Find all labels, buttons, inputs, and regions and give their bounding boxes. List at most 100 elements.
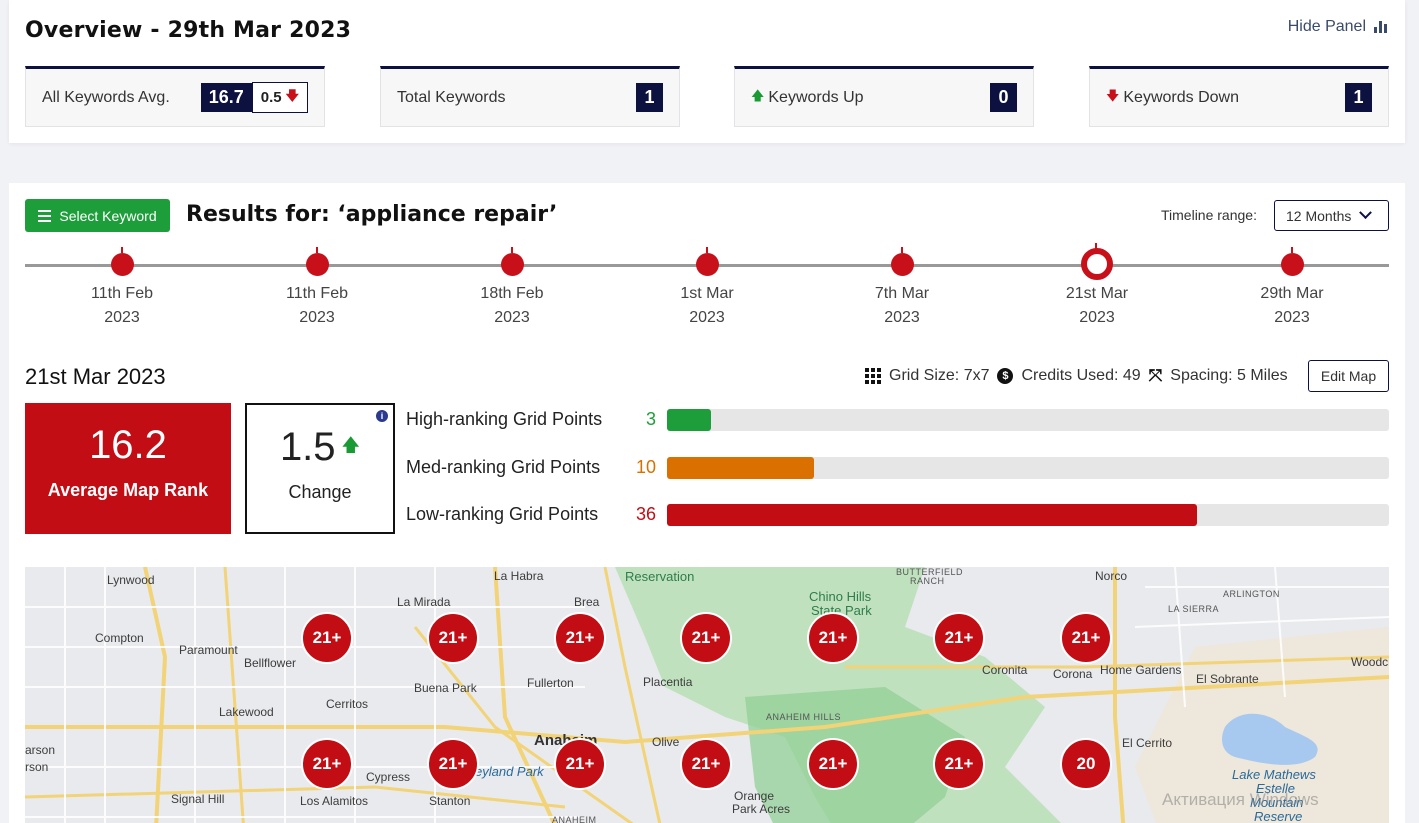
timeline-day: 21st Mar	[1065, 285, 1129, 302]
arrow-down-icon: 🡇	[285, 87, 299, 103]
timeline-point[interactable]: 7th Mar 2023	[842, 247, 962, 330]
keywords-down-value: 1	[1345, 83, 1372, 112]
map-label: LA SIERRA	[1168, 604, 1220, 614]
map-rank-pin[interactable]: 21+	[554, 738, 606, 790]
map-label: Brea	[574, 595, 600, 609]
map-rank-pin[interactable]: 21+	[807, 738, 859, 790]
map-label: El Cerrito	[1122, 736, 1173, 750]
map-label: La Habra	[494, 569, 544, 583]
map-rank-pin[interactable]: 21+	[680, 738, 732, 790]
expand-icon: ⤧	[1148, 366, 1163, 385]
credits-used-text: Credits Used: 49	[1021, 367, 1141, 384]
map-label: ANAHEIM HILLS	[766, 712, 842, 722]
grid-points-bar-fill	[667, 409, 712, 431]
timeline-point[interactable]: 18th Feb 2023	[452, 247, 572, 330]
map-label: Chino Hills	[809, 589, 872, 604]
results-title: Results for: ‘appliance repair’	[186, 202, 558, 227]
map-label: Corona	[1053, 667, 1093, 681]
grid-points-bar-fill	[667, 457, 815, 479]
info-icon[interactable]: i	[376, 410, 388, 422]
edit-map-button[interactable]: Edit Map	[1308, 360, 1389, 392]
grid-points-label: Med-ranking Grid Points	[406, 457, 601, 477]
map-label: Bellflower	[244, 656, 297, 670]
keywords-up-card: 🡅 Keywords Up 0	[734, 66, 1034, 127]
average-map-rank-label: Average Map Rank	[47, 480, 209, 500]
arrow-up-icon: 🡅	[751, 87, 765, 103]
timeline-point[interactable]: 29th Mar 2023	[1232, 247, 1352, 330]
timeline-point[interactable]: 1st Mar 2023	[647, 247, 767, 330]
average-map-rank-card: 16.2 Average Map Rank	[25, 403, 231, 534]
map-label: Lynwood	[107, 573, 155, 587]
map-rank-pin[interactable]: 21+	[427, 738, 479, 790]
change-card: i 1.5 🡅 Change	[245, 403, 395, 534]
timeline-range-value: 12 Months	[1286, 207, 1352, 224]
map-rank-pin[interactable]: 20	[1060, 738, 1112, 790]
change-label: Change	[288, 482, 352, 502]
map-rank-pin[interactable]: 21+	[554, 612, 606, 664]
timeline-range-select[interactable]: 12 Months	[1274, 200, 1389, 231]
grid-points-bar	[667, 409, 1389, 431]
grid-points-count: 3	[645, 409, 656, 429]
grid-points-bar	[667, 504, 1389, 526]
grid-info: Grid Size: 7x7 $ Credits Used: 49 ⤧ Spac…	[865, 366, 1288, 386]
map-label: Paramount	[179, 643, 238, 657]
timeline-year: 2023	[689, 309, 725, 326]
card-label: Keywords Down	[1123, 88, 1239, 106]
rank-grid-map[interactable]: Lynwood La Habra Reservation BUTTERFIELD…	[25, 567, 1389, 823]
timeline-marker-icon	[110, 247, 134, 276]
map-label: Cypress	[366, 770, 411, 784]
selected-date-heading: 21st Mar 2023	[25, 364, 166, 389]
map-rank-pin[interactable]: 21+	[807, 612, 859, 664]
map-rank-pin[interactable]: 21+	[301, 612, 353, 664]
map-label: arson	[25, 743, 56, 757]
map-rank-pin[interactable]: 21+	[301, 738, 353, 790]
timeline-point[interactable]: 11th Feb 2023	[257, 247, 377, 330]
grid-size-text: Grid Size: 7x7	[889, 367, 990, 384]
map-label: Park Acres	[732, 802, 791, 816]
arrow-up-icon: 🡅	[341, 434, 361, 455]
timeline-year: 2023	[299, 309, 335, 326]
map-label: Compton	[95, 631, 144, 645]
grid-points-row: Med-ranking Grid Points 10	[406, 457, 1389, 479]
map-label: Stanton	[429, 794, 471, 808]
chevron-down-icon	[1359, 206, 1373, 220]
grid-points-count: 10	[635, 457, 656, 477]
timeline-marker-icon	[305, 247, 329, 276]
map-rank-pin[interactable]: 21+	[1060, 612, 1112, 664]
map-label: Coronita	[982, 663, 1028, 677]
grid-points-bar	[667, 457, 1389, 479]
timeline-point[interactable]: 11th Feb 2023	[62, 247, 182, 330]
map-label: Orange	[734, 789, 775, 803]
arrow-down-icon: 🡇	[1106, 87, 1120, 103]
map-label: Placentia	[643, 675, 693, 689]
map-rank-pin[interactable]: 21+	[427, 612, 479, 664]
map-rank-pin[interactable]: 21+	[933, 612, 985, 664]
avg-value: 16.7	[200, 83, 252, 112]
map-label: Buena Park	[414, 681, 477, 695]
timeline-year: 2023	[1274, 309, 1310, 326]
map-label: La Mirada	[397, 595, 451, 609]
select-keyword-label: Select Keyword	[59, 207, 157, 224]
grid-points-row: High-ranking Grid Points 3	[406, 409, 1389, 431]
keywords-up-value: 0	[990, 83, 1017, 112]
grid-points-row: Low-ranking Grid Points 36	[406, 504, 1389, 526]
avg-delta: 0.5 🡇	[251, 82, 308, 113]
map-label: ANAHEIM	[552, 815, 597, 823]
timeline-marker-icon	[1081, 243, 1113, 280]
map-label: ARLINGTON	[1223, 589, 1280, 599]
timeline-point[interactable]: 21st Mar 2023	[1037, 243, 1157, 330]
map-rank-pin[interactable]: 21+	[933, 738, 985, 790]
bar-chart-icon	[1374, 21, 1387, 33]
grid-points-label: High-ranking Grid Points	[406, 409, 603, 429]
select-keyword-button[interactable]: Select Keyword	[25, 199, 170, 232]
total-keywords-value: 1	[636, 83, 663, 112]
windows-watermark: Активация Windows	[1162, 790, 1319, 809]
map-label: Fullerton	[527, 676, 574, 690]
avg-delta-value: 0.5	[260, 89, 282, 106]
timeline-year: 2023	[1079, 309, 1115, 326]
map-label: Cerritos	[326, 697, 369, 711]
hide-panel-button[interactable]: Hide Panel	[1288, 18, 1387, 36]
map-label: Norco	[1095, 569, 1128, 583]
map-rank-pin[interactable]: 21+	[680, 612, 732, 664]
overview-panel: Overview - 29th Mar 2023 Hide Panel All …	[9, 0, 1405, 143]
